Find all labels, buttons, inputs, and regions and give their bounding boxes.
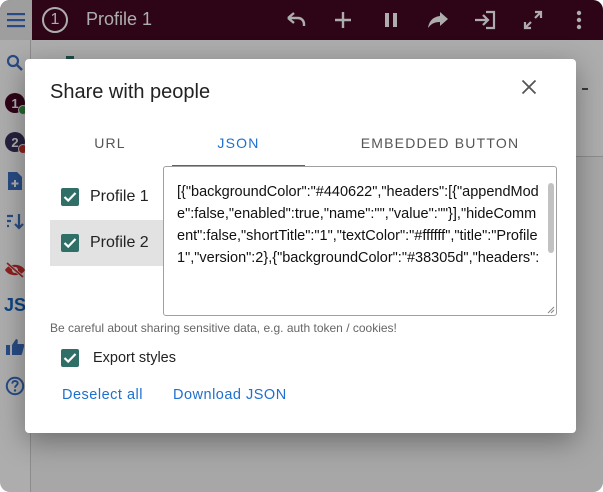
profile-row-1[interactable]: Profile 1 — [50, 174, 167, 220]
dialog-title: Share with people — [50, 81, 211, 103]
export-styles-checkbox[interactable] — [61, 349, 79, 367]
sensitive-data-warning: Be careful about sharing sensitive data,… — [50, 321, 397, 335]
deselect-all-button[interactable]: Deselect all — [62, 387, 143, 403]
json-scrollbar[interactable] — [548, 183, 554, 253]
share-dialog: Share with people URL JSON EMBEDDED BUTT… — [25, 59, 576, 433]
profile-row-2[interactable]: Profile 2 — [50, 220, 167, 266]
close-icon — [521, 79, 537, 95]
app-frame: 1 Profile 1 1 2 JS Share with people URL… — [0, 0, 603, 492]
tab-embedded-button[interactable]: EMBEDDED BUTTON — [315, 133, 565, 165]
tab-url[interactable]: URL — [50, 133, 170, 165]
export-styles-row[interactable]: Export styles — [50, 345, 176, 371]
profile-1-label: Profile 1 — [90, 188, 149, 205]
json-content[interactable]: [{"backgroundColor":"#440622","headers":… — [177, 181, 542, 269]
profile-2-checkbox[interactable] — [61, 234, 79, 252]
check-icon — [63, 238, 77, 249]
close-button[interactable] — [517, 75, 541, 99]
check-icon — [63, 353, 77, 364]
profile-1-checkbox[interactable] — [61, 188, 79, 206]
profile-2-label: Profile 2 — [90, 234, 149, 251]
check-icon — [63, 192, 77, 203]
download-json-button[interactable]: Download JSON — [173, 387, 287, 403]
tab-json[interactable]: JSON — [172, 133, 305, 167]
json-textarea[interactable]: [{"backgroundColor":"#440622","headers":… — [163, 166, 557, 316]
export-styles-label: Export styles — [93, 350, 176, 366]
resize-grip-icon[interactable] — [546, 305, 555, 314]
